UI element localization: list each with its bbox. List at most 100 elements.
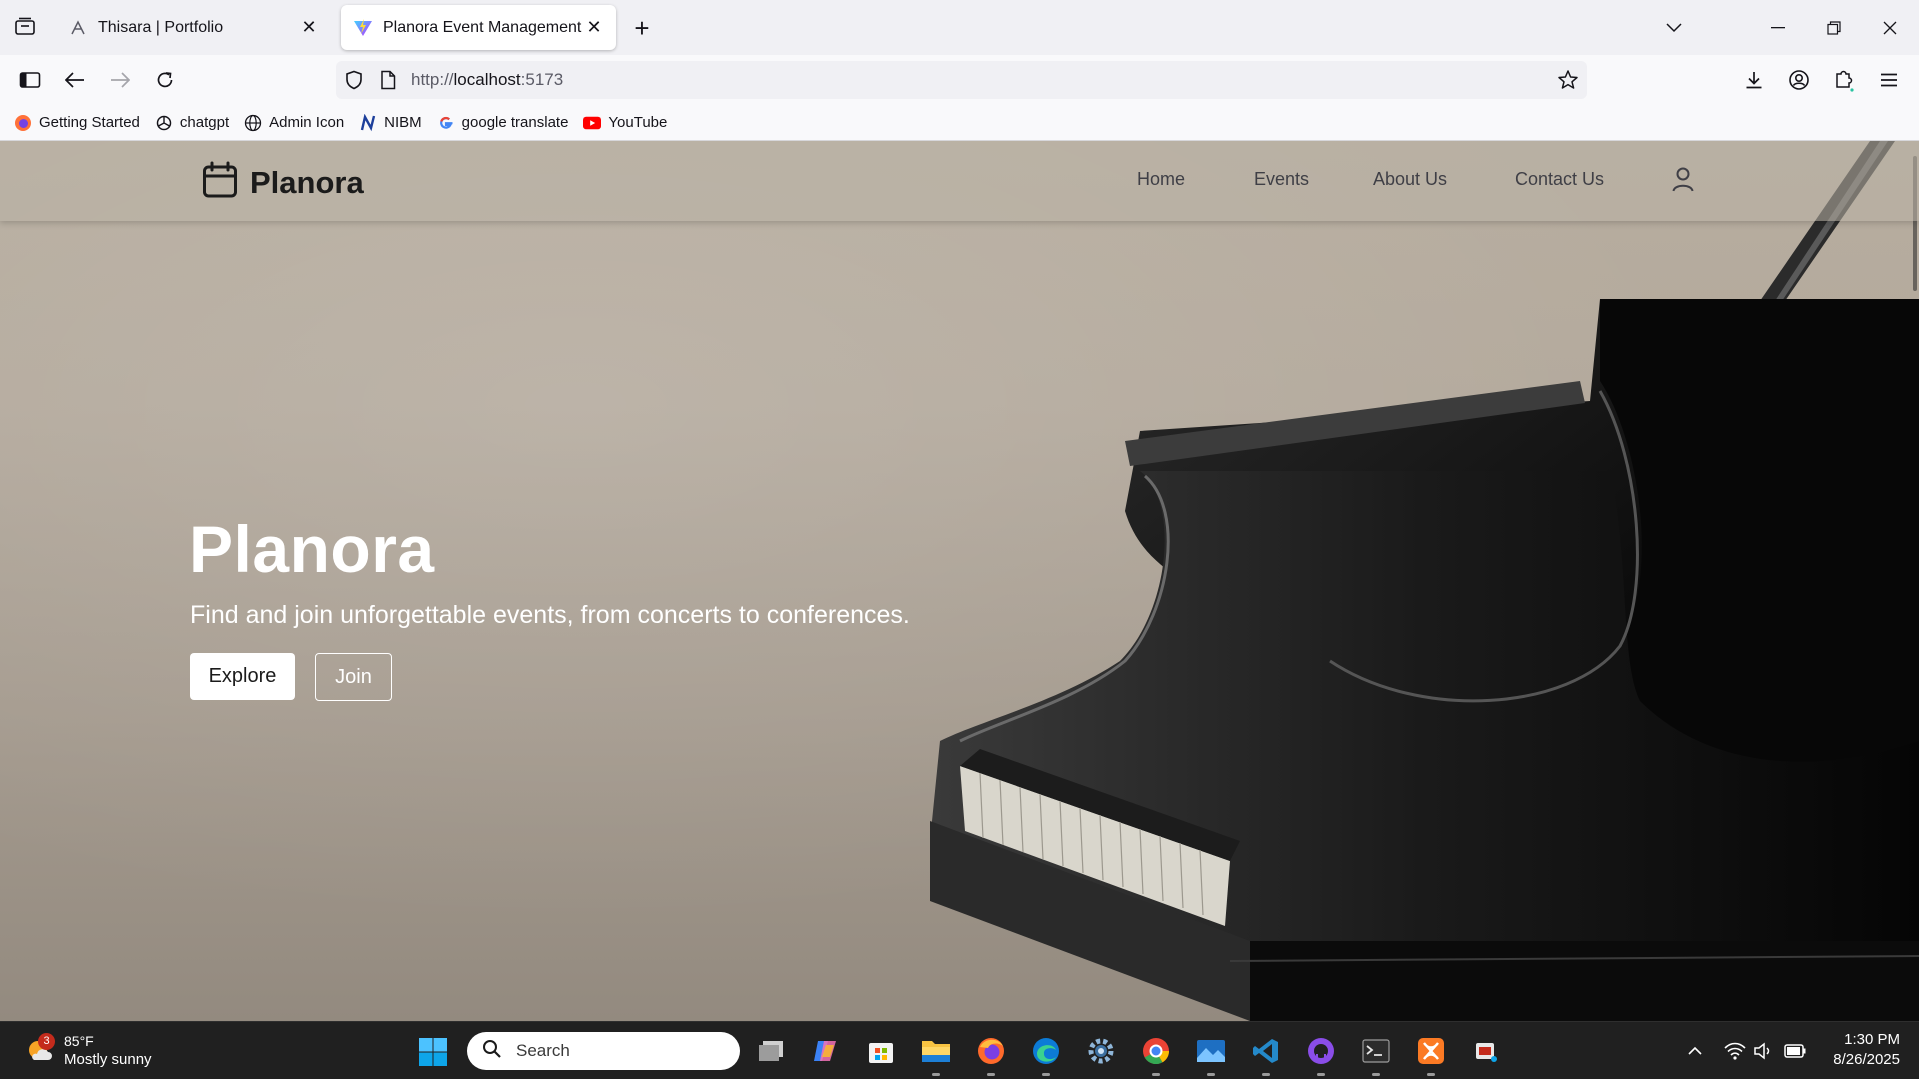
microsoft-store-icon[interactable]	[864, 1034, 898, 1068]
close-tab-icon[interactable]: ✕	[299, 17, 319, 38]
weather-alert-badge: 3	[38, 1032, 55, 1050]
vite-favicon-icon	[353, 18, 373, 38]
bookmark-label: Getting Started	[39, 114, 140, 131]
wifi-icon[interactable]	[1723, 1039, 1747, 1063]
bookmark-label: chatgpt	[179, 114, 230, 131]
running-indicator	[1262, 1073, 1270, 1076]
page-viewport: Planora Home Events About Us Contact Us …	[0, 141, 1919, 1021]
restore-window-button[interactable]	[1806, 0, 1862, 55]
chatgpt-icon	[155, 114, 173, 132]
terminal-icon[interactable]	[1359, 1034, 1393, 1068]
snipping-tool-icon[interactable]	[1469, 1034, 1503, 1068]
tab-planora[interactable]: Planora Event Management Platform ✕	[341, 5, 616, 50]
page-info-icon[interactable]	[380, 70, 396, 95]
url-host: localhost	[453, 70, 521, 89]
hero-title: Planora	[189, 512, 435, 586]
bookmark-google-translate[interactable]: google translate	[437, 114, 569, 132]
photos-icon[interactable]	[1194, 1034, 1228, 1068]
bookmark-chatgpt[interactable]: chatgpt	[155, 114, 229, 132]
close-window-button[interactable]	[1862, 0, 1918, 55]
bookmark-admin-icon[interactable]: Admin Icon	[244, 114, 344, 132]
calendar-icon	[202, 161, 238, 204]
xampp-icon[interactable]	[1414, 1034, 1448, 1068]
close-tab-icon[interactable]: ✕	[584, 17, 604, 38]
running-indicator	[1317, 1073, 1325, 1076]
edge-icon[interactable]	[1029, 1034, 1063, 1068]
bookmark-label: YouTube	[608, 114, 668, 131]
tab-title: Planora Event Management Platform	[383, 18, 584, 36]
tab-title: Thisara | Portfolio	[98, 18, 224, 36]
nav-contact-link[interactable]: Contact Us	[1515, 169, 1604, 190]
file-explorer-icon[interactable]	[919, 1034, 953, 1068]
running-indicator	[1427, 1073, 1435, 1076]
running-indicator	[1207, 1073, 1215, 1076]
url-text[interactable]: http://localhost:5173	[411, 70, 563, 90]
sidebar-toggle-icon[interactable]	[12, 62, 48, 98]
firefox-icon	[14, 114, 32, 132]
bookmark-label: google translate	[461, 114, 569, 131]
nav-about-link[interactable]: About Us	[1373, 169, 1447, 190]
bookmark-star-icon[interactable]	[1557, 69, 1579, 96]
globe-icon	[244, 114, 262, 132]
portfolio-favicon-icon	[68, 18, 88, 38]
youtube-icon	[583, 114, 602, 132]
github-desktop-icon[interactable]	[1304, 1034, 1338, 1068]
weather-temperature: 85°F	[64, 1033, 94, 1049]
tab-list-icon[interactable]	[8, 10, 42, 44]
brand-name: Planora	[250, 164, 364, 200]
bookmark-label: NIBM	[384, 114, 422, 131]
clock-time: 1:30 PM	[1844, 1031, 1900, 1048]
bookmark-youtube[interactable]: YouTube	[583, 114, 667, 132]
back-arrow-icon[interactable]	[57, 62, 93, 98]
running-indicator	[1152, 1073, 1160, 1076]
tab-portfolio[interactable]: Thisara | Portfolio ✕	[56, 5, 331, 50]
site-header: Planora Home Events About Us Contact Us	[0, 141, 1919, 221]
settings-gear-icon[interactable]	[1084, 1034, 1118, 1068]
tracking-protection-shield-icon[interactable]	[344, 70, 364, 95]
url-port: :5173	[520, 70, 564, 89]
battery-icon[interactable]	[1783, 1039, 1807, 1063]
vscode-icon[interactable]	[1249, 1034, 1283, 1068]
windows-taskbar: 3 85°F Mostly sunny Search 1:30 PM 8/26/…	[0, 1021, 1919, 1079]
google-icon	[437, 114, 455, 132]
join-button[interactable]: Join	[315, 653, 392, 701]
list-all-tabs-chevron-icon[interactable]	[1646, 0, 1702, 55]
nav-events-link[interactable]: Events	[1254, 169, 1309, 190]
sun-cloud-icon: 3	[24, 1032, 55, 1066]
nav-home-link[interactable]: Home	[1137, 169, 1185, 190]
menu-hamburger-icon[interactable]	[1871, 62, 1907, 98]
explore-button[interactable]: Explore	[190, 653, 295, 700]
minimize-window-button[interactable]	[1750, 0, 1806, 55]
show-hidden-icons-chevron-icon[interactable]	[1683, 1039, 1707, 1063]
hero-subtitle: Find and join unforgettable events, from…	[190, 601, 910, 629]
browser-toolbar: http://localhost:5173	[0, 55, 1919, 105]
reload-icon[interactable]	[147, 62, 183, 98]
volume-icon[interactable]	[1751, 1039, 1775, 1063]
bookmarks-toolbar: Getting Started chatgpt Admin Icon NIBM …	[0, 105, 1919, 141]
user-profile-icon[interactable]	[1670, 166, 1696, 194]
bookmark-nibm[interactable]: NIBM	[359, 113, 422, 132]
new-tab-button[interactable]: +	[626, 12, 658, 44]
address-bar[interactable]: http://localhost:5173	[336, 61, 1587, 99]
taskbar-search-box[interactable]: Search	[467, 1032, 740, 1070]
search-icon	[482, 1039, 502, 1064]
url-scheme: http://	[411, 70, 454, 89]
weather-widget[interactable]: 3 85°F Mostly sunny	[24, 1032, 152, 1069]
running-indicator	[1042, 1073, 1050, 1076]
system-clock[interactable]: 1:30 PM 8/26/2025	[1820, 1030, 1900, 1070]
windows-start-icon[interactable]	[418, 1037, 448, 1067]
nibm-icon	[359, 113, 377, 132]
account-icon[interactable]	[1781, 62, 1817, 98]
chrome-icon[interactable]	[1139, 1034, 1173, 1068]
copilot-icon[interactable]	[809, 1034, 843, 1068]
bookmark-getting-started[interactable]: Getting Started	[14, 114, 140, 132]
task-view-icon[interactable]	[754, 1034, 788, 1068]
firefox-taskbar-icon[interactable]	[974, 1034, 1008, 1068]
extensions-puzzle-icon[interactable]	[1826, 62, 1862, 98]
running-indicator	[1372, 1073, 1380, 1076]
weather-condition: Mostly sunny	[64, 1051, 152, 1068]
site-logo[interactable]: Planora	[202, 161, 364, 204]
downloads-icon[interactable]	[1736, 62, 1772, 98]
forward-arrow-icon[interactable]	[102, 62, 138, 98]
running-indicator	[987, 1073, 995, 1076]
